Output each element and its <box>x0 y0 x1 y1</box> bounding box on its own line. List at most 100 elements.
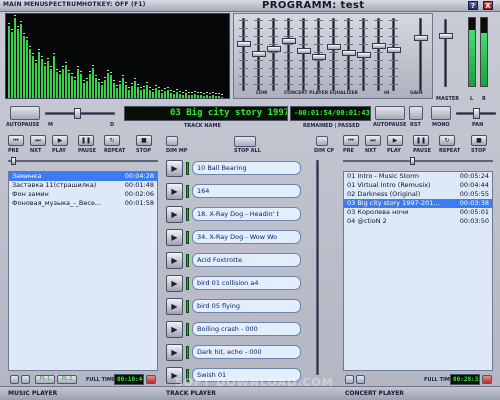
spectrum-bar <box>86 81 88 98</box>
cp-pre-button[interactable]: ⏮ <box>343 135 359 146</box>
playlist-row[interactable]: Фоновая_музыка_-_Весе... 00:01:58 <box>9 199 157 208</box>
mono-button[interactable] <box>431 106 451 120</box>
reset-button[interactable] <box>409 106 423 120</box>
pad-status-led <box>186 254 189 267</box>
equalizer-panel: LOW CONCERT PLAYER EQUALIZER HI GAIN <box>233 13 433 99</box>
help-button[interactable]: ? <box>468 1 478 10</box>
playlist-row[interactable]: 04 @ctioN 2 00:03:50 <box>344 217 492 226</box>
pad-track-name[interactable]: bird 05 flying <box>192 299 301 313</box>
playlist-row[interactable]: 01 Virtual Intro (Remusix) 00:04:44 <box>344 181 492 190</box>
playlist-row[interactable]: Фон замин 00:02:06 <box>9 190 157 199</box>
pad-track-name[interactable]: bird 01 collision a4 <box>192 276 301 290</box>
eq-band-knob[interactable] <box>342 50 356 56</box>
pad-play-button[interactable]: ▶ <box>166 298 183 315</box>
cp-pause-button[interactable]: ❚❚ <box>413 135 429 146</box>
pad-play-button[interactable]: ▶ <box>166 321 183 338</box>
mp-repeat-button[interactable]: ↻ <box>104 135 120 146</box>
mp-play-button[interactable]: ▶ <box>52 135 68 146</box>
spectrum-peak <box>128 87 130 88</box>
master-volume-track[interactable] <box>444 19 447 87</box>
main-menu-button[interactable]: MAIN MENU <box>3 1 45 8</box>
pad-track-name[interactable]: Dark hit, echo - 000 <box>192 345 301 359</box>
spectrum-button[interactable]: SPECTRUM <box>44 1 82 8</box>
eq-band-knob[interactable] <box>357 52 371 58</box>
pad-play-button[interactable]: ▶ <box>166 344 183 361</box>
pad-track-name[interactable]: Acid Foxtrotte <box>192 253 301 267</box>
hotkey-toggle[interactable]: HOTKEY: OFF (F1) <box>82 1 146 8</box>
track-duration: 00:01:58 <box>124 199 154 207</box>
pad-track-name[interactable]: Boiling crash - 000 <box>192 322 301 336</box>
mp-pre-button[interactable]: ⏮ <box>8 135 24 146</box>
mp-scroll-down-button[interactable] <box>21 375 30 384</box>
spectrum-peak <box>122 75 124 76</box>
mp-nxt-button[interactable]: ⏭ <box>30 135 46 146</box>
eq-tick <box>359 76 368 77</box>
playlist-row[interactable]: 03 Королева ночи 00:05:01 <box>344 208 492 217</box>
pan-thumb[interactable] <box>473 108 480 119</box>
playlist-row[interactable]: 02 Darkness (Original) 00:05:55 <box>344 190 492 199</box>
eq-band-knob[interactable] <box>252 51 266 57</box>
close-button[interactable]: X <box>483 1 493 10</box>
cp-nxt-button[interactable]: ⏭ <box>365 135 381 146</box>
cp-scroll-up-button[interactable] <box>345 375 354 384</box>
concert-playlist[interactable]: 01 Intro - Music Storm 00:05:24 01 Virtual… <box>343 171 493 371</box>
spectrum-bar <box>155 88 157 98</box>
gain-knob[interactable] <box>414 35 428 41</box>
pad-play-button[interactable]: ▶ <box>166 183 183 200</box>
master-volume-knob[interactable] <box>439 33 453 39</box>
playlist-page-1[interactable]: PL 1 <box>35 375 55 384</box>
autopause-right-button[interactable] <box>375 106 405 120</box>
crossfade-mix-thumb[interactable] <box>74 108 81 119</box>
playlist-row[interactable]: 03 Big city story 1997-201... 00:03:38 <box>344 199 492 208</box>
track-volume-track[interactable] <box>316 160 319 375</box>
mp-stop-button[interactable]: ■ <box>136 135 152 146</box>
mp-clear-button[interactable] <box>146 375 156 384</box>
pad-track-name[interactable]: 10 Ball Bearing <box>192 161 301 175</box>
eq-tick <box>389 60 398 61</box>
eq-band-knob[interactable] <box>372 43 386 49</box>
eq-band-knob[interactable] <box>267 46 281 52</box>
pad-track-name[interactable]: 164 <box>192 184 301 198</box>
eq-band-knob[interactable] <box>312 54 326 60</box>
spectrum-peak <box>131 83 133 84</box>
eq-band-knob[interactable] <box>237 41 251 47</box>
pad-play-button[interactable]: ▶ <box>166 275 183 292</box>
concert-progress-track[interactable] <box>343 160 493 162</box>
concert-progress-thumb[interactable] <box>410 157 415 165</box>
playlist-row[interactable]: Заставка 11(страшилка) 00:01:48 <box>9 181 157 190</box>
eq-band-knob[interactable] <box>297 48 311 54</box>
pad-play-button[interactable]: ▶ <box>166 206 183 223</box>
eq-band-knob[interactable] <box>282 38 296 44</box>
spectrum-bar <box>191 95 193 98</box>
cp-play-button[interactable]: ▶ <box>387 135 403 146</box>
pad-play-button[interactable]: ▶ <box>166 160 183 177</box>
gain-track[interactable] <box>419 18 422 91</box>
mp-pause-button[interactable]: ❚❚ <box>78 135 94 146</box>
eq-tick <box>374 60 383 61</box>
eq-band-knob[interactable] <box>327 44 341 50</box>
spectrum-bar <box>47 61 49 98</box>
mp-scroll-up-button[interactable] <box>10 375 19 384</box>
eq-tick <box>329 28 338 29</box>
dim-mp-button[interactable] <box>166 136 178 146</box>
pad-track-name[interactable]: 34. X-Ray Dog - Wow Wo <box>192 230 301 244</box>
music-progress-thumb[interactable] <box>11 157 16 165</box>
eq-tick <box>284 76 293 77</box>
music-progress-track[interactable] <box>8 160 158 162</box>
spectrum-bar <box>53 56 55 98</box>
dim-cp-button[interactable] <box>316 136 328 146</box>
cp-scroll-down-button[interactable] <box>356 375 365 384</box>
cp-stop-button[interactable]: ■ <box>471 135 487 146</box>
pad-play-button[interactable]: ▶ <box>166 229 183 246</box>
eq-band-knob[interactable] <box>387 47 401 53</box>
cp-repeat-button[interactable]: ↻ <box>439 135 455 146</box>
pad-play-button[interactable]: ▶ <box>166 252 183 269</box>
autopause-left-button[interactable] <box>10 106 40 120</box>
stop-all-button[interactable] <box>234 136 256 147</box>
playlist-page-2[interactable]: PL 2 <box>57 375 77 384</box>
playlist-row[interactable]: 01 Intro - Music Storm 00:05:24 <box>344 172 492 181</box>
pad-track-name[interactable]: 18. X-Ray Dog - Headin' t <box>192 207 301 221</box>
playlist-row[interactable]: Заминка 00:04:28 <box>9 172 157 181</box>
cp-clear-button[interactable] <box>482 375 492 384</box>
music-playlist[interactable]: Заминка 00:04:28 Заставка 11(страшилка) 00:… <box>8 171 158 371</box>
